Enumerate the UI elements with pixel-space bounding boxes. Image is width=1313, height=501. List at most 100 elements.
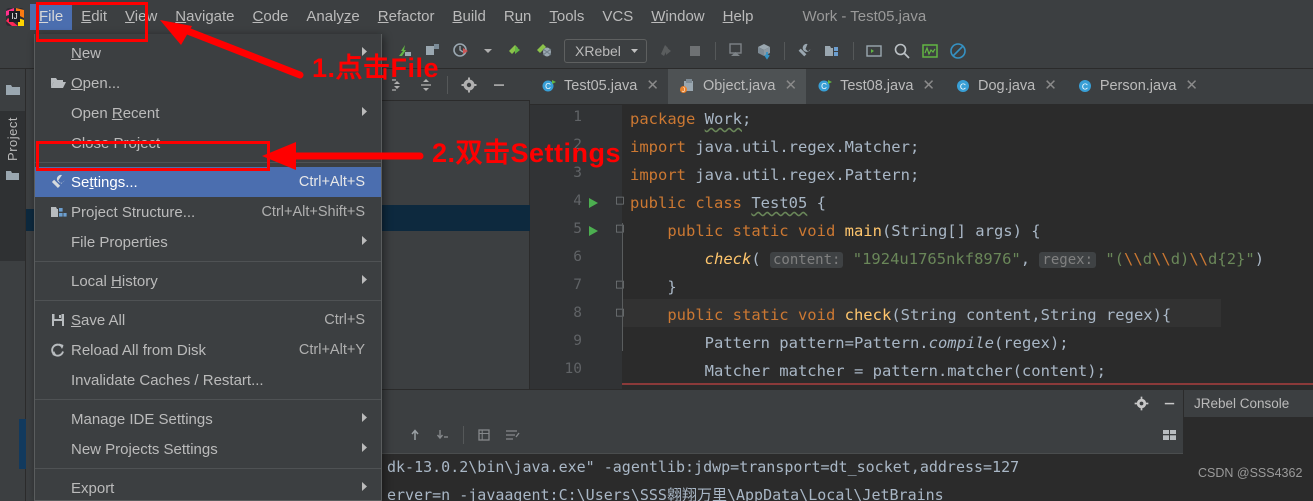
console-line: erver=n -javaagent:C:\Users\SSS翱翔万里\AppD… bbox=[387, 486, 944, 501]
menu-item-file-properties[interactable]: File Properties bbox=[35, 227, 381, 257]
gear-icon[interactable] bbox=[1128, 393, 1154, 415]
split-view-icon[interactable] bbox=[1155, 417, 1183, 453]
no-entry-icon[interactable] bbox=[945, 38, 971, 64]
file-dropdown-menu[interactable]: New Open... Open Recent Close Project Settin… bbox=[34, 34, 382, 501]
gear-icon[interactable] bbox=[455, 73, 483, 97]
sidebar-item-label: Project bbox=[5, 117, 20, 161]
update-application-icon[interactable] bbox=[723, 38, 749, 64]
hide-panel-icon[interactable] bbox=[1156, 393, 1182, 415]
print-icon[interactable] bbox=[471, 423, 497, 447]
debug-icon[interactable] bbox=[531, 38, 557, 64]
close-icon[interactable]: ✕ bbox=[1044, 78, 1057, 93]
menu-navigate[interactable]: Navigate bbox=[166, 4, 243, 30]
editor-tab-test05-java[interactable]: C Test05.java ✕ bbox=[530, 69, 668, 104]
gutter-run-icon[interactable] bbox=[586, 196, 602, 212]
project-structure-icon[interactable] bbox=[820, 38, 846, 64]
gutter-run-icon[interactable] bbox=[586, 224, 602, 240]
menu-item-invalidate-caches-restart[interactable]: Invalidate Caches / Restart... bbox=[35, 365, 381, 395]
search-everywhere-icon[interactable] bbox=[889, 38, 915, 64]
structure-panel-selected-row[interactable] bbox=[381, 205, 530, 231]
menu-tools[interactable]: Tools bbox=[540, 4, 593, 30]
wrap-text-icon[interactable] bbox=[499, 423, 525, 447]
menu-item-local-history[interactable]: Local History bbox=[35, 266, 381, 296]
editor-tab-strip: C Test05.java ✕ J Object.java ✕ C Test08.java ✕ C… bbox=[530, 69, 1313, 105]
gutter-line-number: 6 bbox=[573, 249, 582, 265]
left-tool-window-stripe: Project bbox=[0, 69, 26, 501]
menu-item-reload-all-from-disk[interactable]: Reload All from Disk Ctrl+Alt+Y bbox=[35, 335, 381, 365]
close-icon[interactable]: ✕ bbox=[646, 78, 659, 93]
window-title: Work - Test05.java bbox=[802, 8, 927, 25]
menu-item-label: Close Project bbox=[71, 134, 161, 152]
menu-vcs[interactable]: VCS bbox=[593, 4, 642, 30]
code-line-10: Matcher matcher = pattern.matcher(conten… bbox=[704, 362, 1106, 380]
menu-edit[interactable]: Edit bbox=[72, 4, 116, 30]
menu-item-export[interactable]: Export bbox=[35, 473, 381, 501]
terminal-icon[interactable] bbox=[861, 38, 887, 64]
menu-item-project-structure[interactable]: Project Structure... Ctrl+Alt+Shift+S bbox=[35, 197, 381, 227]
svg-text:C: C bbox=[821, 82, 827, 91]
menu-item-manage-ide-settings[interactable]: Manage IDE Settings bbox=[35, 404, 381, 434]
editor-tab-dog-java[interactable]: C Dog.java ✕ bbox=[944, 69, 1066, 104]
stop-icon[interactable] bbox=[682, 38, 708, 64]
code-editor[interactable]: 1 2 3 4 □ 5 □ 6 7 □ 8 □ 9 10 package Work; import jav… bbox=[530, 105, 1313, 389]
menu-view[interactable]: View bbox=[116, 4, 166, 30]
menu-item-save-all[interactable]: Save All Ctrl+S bbox=[35, 305, 381, 335]
xrebel-dropdown[interactable]: XRebel bbox=[564, 38, 647, 63]
run-icon[interactable] bbox=[503, 38, 529, 64]
menu-item-label: Invalidate Caches / Restart... bbox=[71, 371, 264, 389]
svg-text:C: C bbox=[1082, 81, 1088, 91]
folder-icon[interactable] bbox=[0, 69, 25, 111]
menu-file[interactable]: File bbox=[30, 3, 73, 30]
menu-analyze[interactable]: Analyze bbox=[297, 4, 368, 30]
run-configuration-icon[interactable] bbox=[447, 38, 473, 64]
console-toolbar-separator bbox=[463, 426, 464, 444]
menu-run[interactable]: Run bbox=[495, 4, 541, 30]
chevron-right-icon bbox=[360, 442, 381, 456]
menu-item-new-projects-settings[interactable]: New Projects Settings bbox=[35, 434, 381, 464]
menu-item-close-project[interactable]: Close Project bbox=[35, 128, 381, 158]
editor-tab-test08-java[interactable]: C Test08.java ✕ bbox=[806, 69, 944, 104]
chevron-down-icon[interactable] bbox=[475, 38, 501, 64]
editor-tab-label: Object.java bbox=[702, 77, 776, 94]
save-icon bbox=[45, 312, 71, 328]
editor-tab-label: Test05.java bbox=[564, 77, 638, 94]
close-icon[interactable]: ✕ bbox=[922, 78, 935, 93]
menu-items-container: File Edit View Navigate Code Analyze Refactor B… bbox=[30, 3, 763, 30]
code-line-1: package Work; bbox=[630, 110, 752, 128]
close-icon[interactable]: ✕ bbox=[1185, 78, 1198, 93]
jrebel-console-tab[interactable]: JRebel Console bbox=[1183, 389, 1313, 418]
sidebar-item-project[interactable]: Project bbox=[0, 111, 25, 261]
scroll-to-end-icon[interactable] bbox=[430, 423, 456, 447]
annotation-step2-text: 2.双击Settings bbox=[432, 138, 622, 168]
console-output[interactable]: dk-13.0.2\bin\java.exe" -agentlib:jdwp=t… bbox=[381, 453, 1183, 501]
jrebel-console-panel[interactable] bbox=[1183, 417, 1313, 501]
project-structure-icon bbox=[45, 205, 71, 220]
menu-item-label: Manage IDE Settings bbox=[71, 410, 213, 428]
java-runnable-class-icon: C bbox=[541, 78, 557, 94]
menu-code[interactable]: Code bbox=[244, 4, 298, 30]
editor-tab-object-java[interactable]: J Object.java ✕ bbox=[667, 69, 807, 104]
wrench-icon bbox=[45, 174, 71, 190]
hide-panel-icon[interactable] bbox=[485, 73, 513, 97]
editor-tab-person-java[interactable]: C Person.java ✕ bbox=[1066, 69, 1207, 104]
toolbar-separator bbox=[714, 41, 716, 60]
code-line-4: public class Test05 { bbox=[630, 194, 826, 212]
menu-item-open-recent[interactable]: Open Recent bbox=[35, 98, 381, 128]
menu-window[interactable]: Window bbox=[642, 4, 713, 30]
menu-build[interactable]: Build bbox=[443, 4, 494, 30]
toolbar-separator bbox=[852, 41, 854, 60]
code-text-area[interactable]: package Work; import java.util.regex.Mat… bbox=[622, 105, 1313, 389]
menu-item-shortcut: Ctrl+Alt+S bbox=[298, 174, 365, 190]
menu-separator bbox=[35, 399, 381, 400]
java-library-class-icon: J bbox=[679, 78, 696, 94]
menu-help[interactable]: Help bbox=[714, 4, 763, 30]
menu-item-settings[interactable]: Settings... Ctrl+Alt+S bbox=[35, 167, 381, 197]
import-gradle-icon[interactable] bbox=[751, 38, 777, 64]
close-icon[interactable]: ✕ bbox=[784, 78, 797, 93]
gutter-line-number: 7 bbox=[573, 277, 582, 293]
scroll-up-icon[interactable] bbox=[402, 423, 428, 447]
profiler-icon[interactable] bbox=[917, 38, 943, 64]
settings-wrench-icon[interactable] bbox=[792, 38, 818, 64]
menu-refactor[interactable]: Refactor bbox=[369, 4, 444, 30]
coverage-icon[interactable] bbox=[654, 38, 680, 64]
